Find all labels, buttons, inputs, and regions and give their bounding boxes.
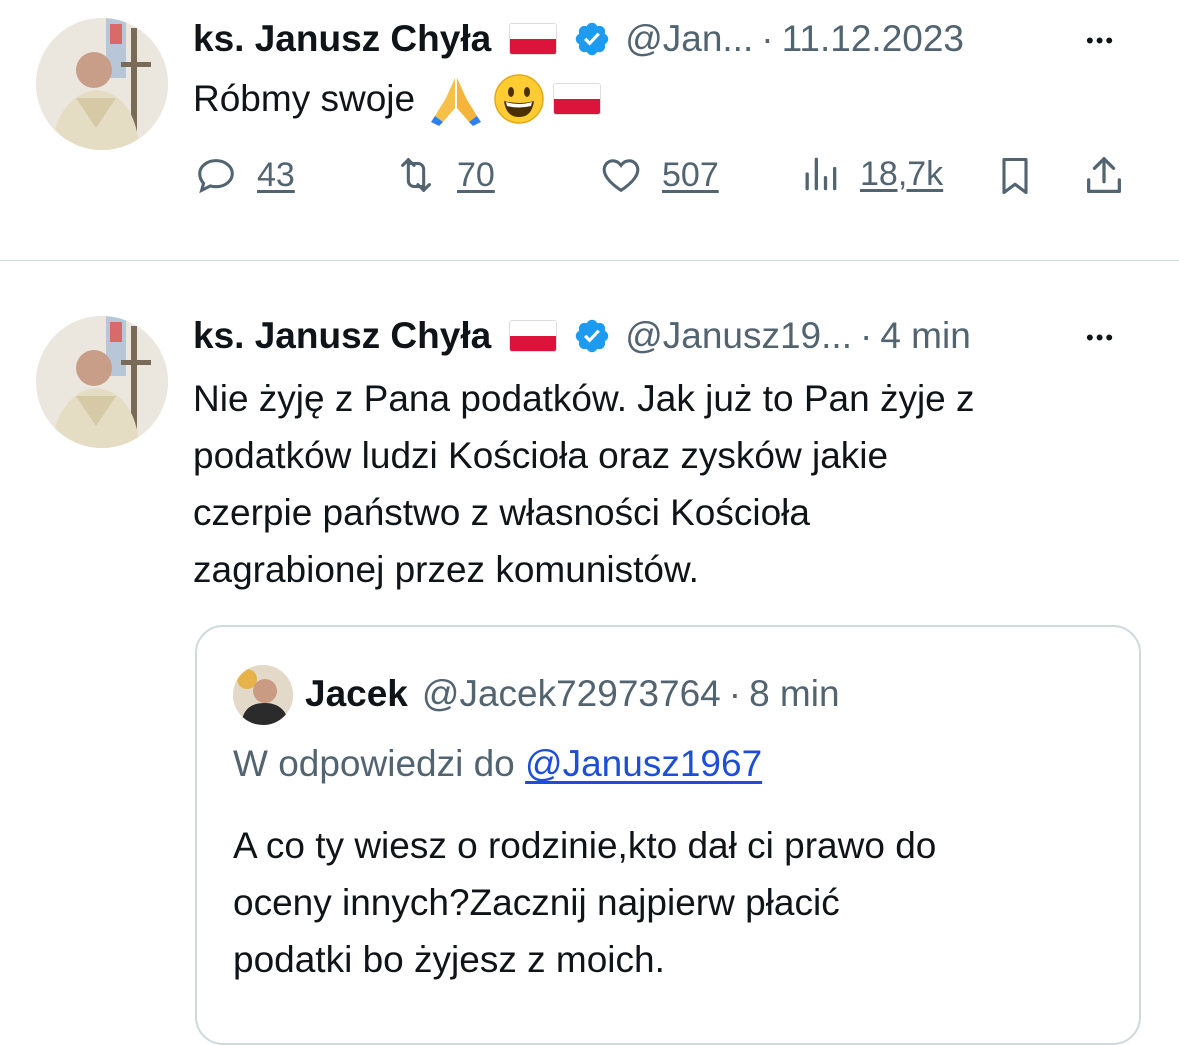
tweet-text-content: Róbmy swoje bbox=[193, 78, 416, 119]
reply-prefix: W odpowiedzi do bbox=[233, 743, 515, 784]
view-count: 18,7k bbox=[860, 154, 944, 193]
quoted-author-handle[interactable]: @Jacek72973764 bbox=[422, 673, 721, 715]
separator-dot: · bbox=[728, 673, 742, 714]
retweet-button[interactable]: 70 bbox=[393, 152, 495, 198]
tweet-text-line: zagrabionej przez komunistów. bbox=[193, 549, 699, 590]
tweet-actions: 43 70 507 18,7k bbox=[193, 152, 1143, 204]
poland-flag-icon bbox=[553, 82, 602, 115]
quoted-tweet-header: Jacek @Jacek72973764 · 8 min bbox=[305, 669, 840, 719]
reply-context: W odpowiedzi do @Janusz1967 bbox=[233, 743, 762, 785]
quoted-timestamp[interactable]: 8 min bbox=[749, 673, 839, 715]
separator-dot: · bbox=[761, 18, 774, 59]
author-name[interactable]: ks. Janusz Chyła bbox=[193, 315, 491, 357]
reply-button[interactable]: 43 bbox=[193, 152, 295, 198]
quoted-author-avatar[interactable] bbox=[233, 665, 293, 725]
bookmark-icon bbox=[1002, 157, 1028, 195]
more-options-icon[interactable]: ••• bbox=[1086, 28, 1115, 54]
quoted-tweet-text: A co ty wiesz o rodzinie,kto dał ci praw… bbox=[233, 817, 936, 988]
poland-flag-icon bbox=[509, 320, 558, 352]
folded-hands-icon bbox=[431, 77, 482, 126]
bookmark-button[interactable] bbox=[993, 152, 1037, 200]
reply-handle-link[interactable]: @Janusz1967 bbox=[525, 743, 762, 784]
retweet-icon bbox=[401, 158, 431, 192]
tweet-text-line: Nie żyję z Pana podatków. Jak już to Pan… bbox=[193, 378, 975, 419]
verified-badge-icon bbox=[575, 319, 609, 353]
author-avatar[interactable] bbox=[36, 18, 168, 150]
author-handle[interactable]: @Jan... bbox=[625, 18, 753, 60]
retweet-count: 70 bbox=[457, 155, 495, 194]
separator-dot: · bbox=[859, 315, 873, 356]
tweet-header: ks. Janusz Chyła @Janusz19... · 4 min bbox=[193, 311, 971, 361]
share-icon bbox=[1087, 157, 1121, 193]
reply-icon bbox=[198, 159, 234, 194]
poland-flag-icon bbox=[509, 23, 558, 55]
quoted-text-line: podatki bo żyjesz z moich. bbox=[233, 939, 665, 980]
author-handle[interactable]: @Janusz19... bbox=[625, 315, 852, 357]
like-count: 507 bbox=[662, 155, 719, 194]
tweet-header: ks. Janusz Chyła @Jan... · 11.12.2023 bbox=[193, 14, 964, 64]
author-avatar[interactable] bbox=[36, 316, 168, 448]
timestamp[interactable]: 4 min bbox=[880, 315, 970, 357]
like-button[interactable]: 507 bbox=[598, 152, 719, 198]
tweet-text-line: podatków ludzi Kościoła oraz zysków jaki… bbox=[193, 435, 889, 476]
author-name[interactable]: ks. Janusz Chyła bbox=[193, 18, 491, 60]
views-chart-icon bbox=[805, 157, 837, 191]
more-options-icon[interactable]: ••• bbox=[1086, 325, 1115, 351]
views-button[interactable]: 18,7k bbox=[798, 152, 943, 196]
tweet-text: Róbmy swoje bbox=[193, 70, 602, 127]
quoted-author-name[interactable]: Jacek bbox=[305, 673, 408, 715]
tweet-text-line: czerpie państwo z własności Kościoła bbox=[193, 492, 810, 533]
share-button[interactable] bbox=[1081, 152, 1127, 200]
quoted-tweet-card[interactable]: Jacek @Jacek72973764 · 8 min W odpowiedz… bbox=[195, 625, 1141, 1045]
grinning-face-icon bbox=[494, 73, 544, 124]
tweet-divider bbox=[0, 260, 1179, 261]
reply-count: 43 bbox=[257, 155, 295, 194]
heart-icon bbox=[602, 159, 640, 193]
verified-badge-icon bbox=[575, 22, 609, 56]
quoted-text-line: oceny innych?Zacznij najpierw płacić bbox=[233, 882, 840, 923]
quoted-text-line: A co ty wiesz o rodzinie,kto dał ci praw… bbox=[233, 825, 937, 866]
tweet-text: Nie żyję z Pana podatków. Jak już to Pan… bbox=[193, 370, 975, 598]
timestamp[interactable]: 11.12.2023 bbox=[782, 18, 964, 60]
